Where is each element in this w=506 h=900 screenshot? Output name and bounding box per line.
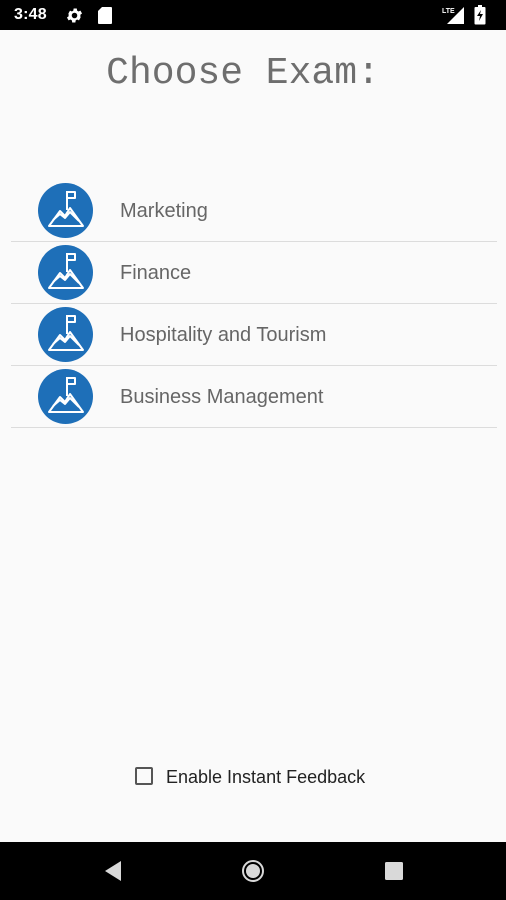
sd-card-icon xyxy=(97,6,113,30)
mountain-flag-icon xyxy=(38,307,93,362)
home-icon[interactable] xyxy=(240,858,266,884)
exam-label: Business Management xyxy=(120,386,324,408)
back-icon[interactable] xyxy=(101,858,127,884)
page-title: Choose Exam: xyxy=(106,52,380,95)
exam-label: Finance xyxy=(120,262,192,284)
mountain-flag-icon xyxy=(38,369,93,424)
mountain-flag-icon xyxy=(38,245,93,300)
battery-charging-icon xyxy=(474,5,486,30)
status-time: 3:48 xyxy=(14,6,47,23)
status-bar: 3:48 LTE xyxy=(0,0,506,30)
exam-label: Marketing xyxy=(120,200,208,222)
lte-signal-icon: LTE xyxy=(441,5,465,30)
settings-icon xyxy=(65,6,84,30)
exam-list: Marketing Finance Hospitality and Touris… xyxy=(11,180,497,428)
nav-bar xyxy=(0,842,506,900)
recents-icon[interactable] xyxy=(381,858,407,884)
exam-item-finance[interactable]: Finance xyxy=(11,242,497,304)
exam-label: Hospitality and Tourism xyxy=(120,324,327,346)
exam-item-business-management[interactable]: Business Management xyxy=(11,366,497,428)
instant-feedback-label[interactable]: Enable Instant Feedback xyxy=(166,767,365,788)
mountain-flag-icon xyxy=(38,183,93,238)
exam-item-marketing[interactable]: Marketing xyxy=(11,180,497,242)
instant-feedback-checkbox[interactable] xyxy=(135,767,153,785)
svg-text:LTE: LTE xyxy=(442,8,455,15)
exam-item-hospitality-and-tourism[interactable]: Hospitality and Tourism xyxy=(11,304,497,366)
